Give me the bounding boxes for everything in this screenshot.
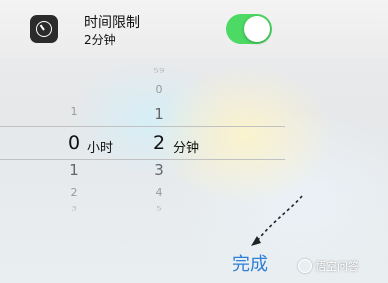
watermark-text: 悟空问答 [315,260,359,273]
annotation-arrow-icon [251,195,303,246]
done-button[interactable]: 完成 [232,250,268,276]
watermark-logo-icon [298,259,312,273]
